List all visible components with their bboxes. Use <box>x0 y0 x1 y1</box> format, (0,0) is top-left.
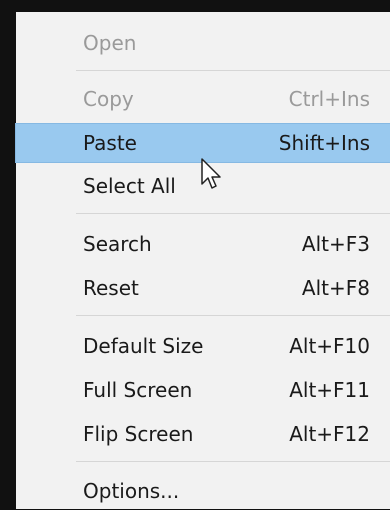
menu-separator <box>76 70 390 71</box>
menu-item-default-size-label: Default Size <box>83 334 204 358</box>
menu-item-copy-label: Copy <box>83 87 134 111</box>
menu-item-paste-shortcut: Shift+Ins <box>278 131 370 155</box>
menu-item-search[interactable]: Search Alt+F3 <box>16 225 390 263</box>
menu-separator <box>76 461 390 462</box>
menu-item-default-size[interactable]: Default Size Alt+F10 <box>16 327 390 365</box>
menu-item-open[interactable]: Open <box>16 24 390 62</box>
menu-item-options-label: Options... <box>83 479 180 503</box>
menu-item-flip-screen-shortcut: Alt+F12 <box>289 422 370 446</box>
menu-item-flip-screen[interactable]: Flip Screen Alt+F12 <box>16 415 390 453</box>
menu-item-reset-shortcut: Alt+F8 <box>301 276 370 300</box>
menu-item-reset[interactable]: Reset Alt+F8 <box>16 269 390 307</box>
menu-item-search-label: Search <box>83 232 152 256</box>
menu-item-open-label: Open <box>83 31 137 55</box>
menu-item-select-all-label: Select All <box>83 174 176 198</box>
menu-separator <box>76 315 390 316</box>
menu-item-paste[interactable]: Paste Shift+Ins <box>15 123 390 163</box>
menu-item-reset-label: Reset <box>83 276 139 300</box>
menu-item-full-screen-shortcut: Alt+F11 <box>289 378 370 402</box>
menu-item-flip-screen-label: Flip Screen <box>83 422 194 446</box>
menu-item-copy[interactable]: Copy Ctrl+Ins <box>16 80 390 118</box>
menu-item-full-screen-label: Full Screen <box>83 378 193 402</box>
menu-item-default-size-shortcut: Alt+F10 <box>289 334 370 358</box>
menu-separator <box>76 213 390 214</box>
menu-item-search-shortcut: Alt+F3 <box>301 232 370 256</box>
menu-item-options[interactable]: Options... <box>16 472 390 510</box>
context-menu: Open Copy Ctrl+Ins Paste Shift+Ins Selec… <box>15 12 390 510</box>
menu-item-full-screen[interactable]: Full Screen Alt+F11 <box>16 371 390 409</box>
menu-item-paste-label: Paste <box>83 131 137 155</box>
arrow-pointer-icon <box>201 158 221 189</box>
menu-item-copy-shortcut: Ctrl+Ins <box>288 87 370 111</box>
